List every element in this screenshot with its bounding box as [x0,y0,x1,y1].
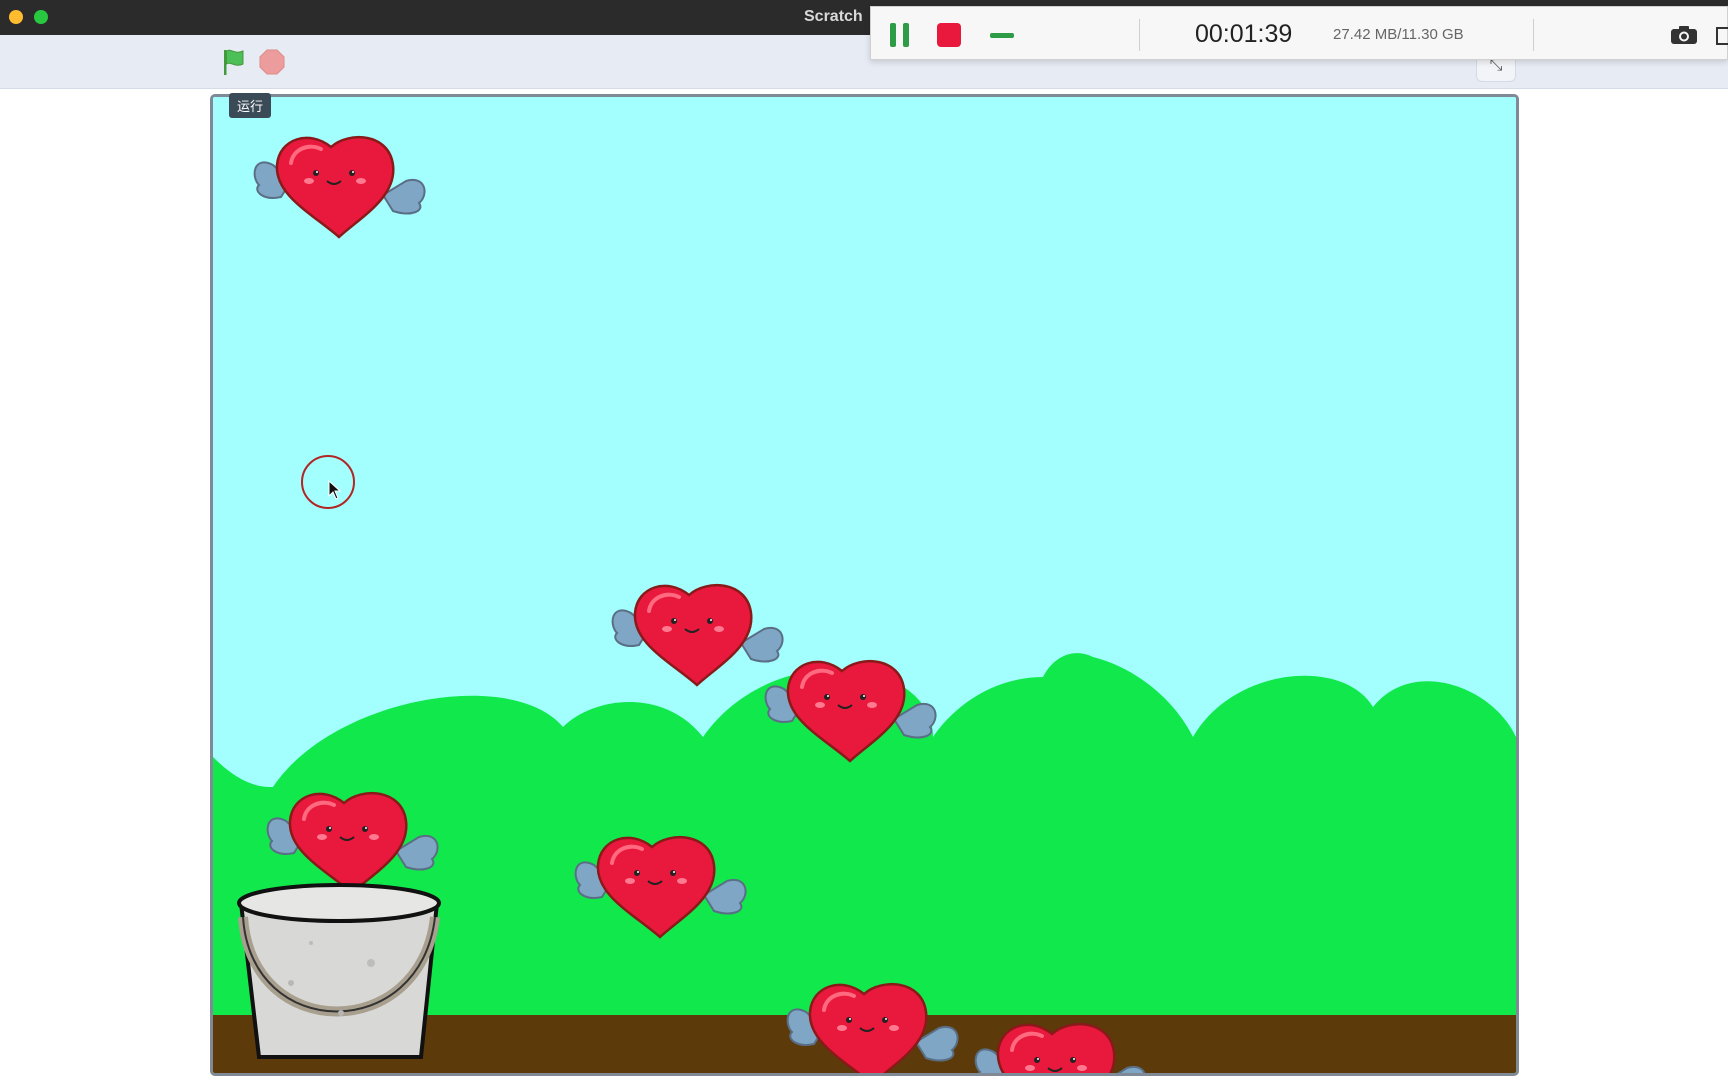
heart-sprite[interactable] [784,972,960,1076]
minimize-window-button[interactable] [9,10,23,24]
heart-sprite[interactable] [609,573,785,689]
camera-icon[interactable] [1670,25,1698,45]
stop-button[interactable] [258,48,286,76]
more-options-icon[interactable] [1716,27,1728,45]
mouse-pointer-icon [328,480,342,500]
heart-sprite[interactable] [972,1012,1148,1076]
recording-file-size: 27.42 MB/11.30 GB [1333,26,1464,43]
heart-sprite[interactable] [251,125,427,241]
pause-icon [890,23,896,47]
heart-sprite[interactable] [762,649,938,765]
run-tooltip: 运行 [229,93,272,118]
recording-elapsed-time: 00:01:39 [1195,20,1293,48]
screen-recorder-toolbar: 00:01:39 27.42 MB/11.30 GB [870,6,1728,60]
minimize-recorder-button[interactable] [990,33,1014,38]
bucket-sprite[interactable] [221,873,461,1069]
window-title: Scratch [804,8,863,25]
stop-recording-button[interactable] [937,23,961,47]
zoom-window-button[interactable] [34,10,48,24]
heart-sprite[interactable] [572,825,748,941]
divider [1139,19,1140,51]
pause-recording-button[interactable] [889,23,913,47]
stage[interactable] [210,94,1519,1076]
divider [1533,19,1534,51]
green-flag-button[interactable] [218,47,248,77]
